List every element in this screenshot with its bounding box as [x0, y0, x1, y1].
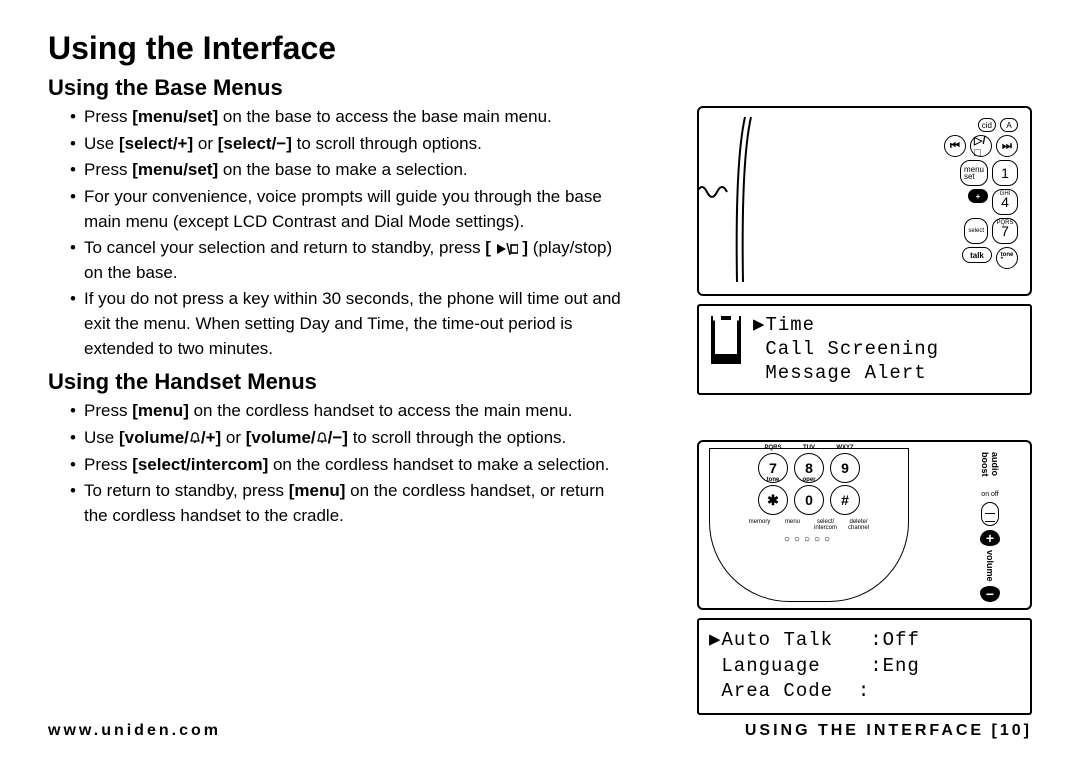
- list-item: Use [select/+] or [select/−] to scroll t…: [70, 132, 623, 157]
- on-off-label: on off: [981, 491, 998, 498]
- list-item: For your convenience, voice prompts will…: [70, 185, 623, 234]
- a-key: A: [1000, 118, 1018, 132]
- label-menu: menu: [778, 519, 808, 531]
- play-stop-icon: [496, 238, 518, 257]
- bell-icon: [189, 428, 201, 447]
- plus-key: +: [968, 189, 988, 203]
- seven-key: PQRS7: [992, 218, 1018, 244]
- list-item: To cancel your selection and return to s…: [70, 236, 623, 285]
- lcd-line: Call Screening: [753, 338, 1020, 362]
- list-item: Press [menu] on the cordless handset to …: [70, 399, 623, 424]
- base-lcd: ▶Time Call Screening Message Alert: [697, 304, 1032, 395]
- list-item: Press [menu/set] on the base to access t…: [70, 105, 623, 130]
- select-key: select: [964, 218, 988, 244]
- nine-key: WXYZ9: [830, 453, 860, 483]
- cord-icon: [697, 180, 735, 209]
- section-base-heading: Using the Base Menus: [48, 75, 623, 101]
- list-item: Use [volume//+] or [volume//−] to scroll…: [70, 426, 623, 451]
- lcd-line: Area Code :: [709, 679, 1020, 705]
- lcd-digit: [709, 314, 743, 385]
- list-item: Press [menu/set] on the base to make a s…: [70, 158, 623, 183]
- list-item: If you do not press a key within 30 seco…: [70, 287, 623, 361]
- side-controls: audio boost on off + volume −: [960, 448, 1020, 602]
- hash-key: #: [830, 485, 860, 515]
- talk-key: talk: [962, 247, 992, 263]
- footer-section: USING THE INTERFACE [10]: [745, 722, 1032, 740]
- one-key: 1: [992, 160, 1018, 186]
- label-select-intercom: select/ intercom: [811, 519, 841, 531]
- lcd-line: ▶Time: [753, 314, 1020, 338]
- audio-boost-label: audio boost: [980, 452, 1000, 487]
- four-key: GHI4: [992, 189, 1018, 215]
- label-delete-channel: delete/ channel: [844, 519, 874, 531]
- lcd-line: Message Alert: [753, 362, 1020, 386]
- section-handset-heading: Using the Handset Menus: [48, 369, 623, 395]
- handset-menu-list: Press [menu] on the cordless handset to …: [48, 399, 623, 528]
- tone-key: tone *: [996, 247, 1018, 269]
- handset-illustration: PQRS7 TUV8 WXYZ9 tone✱ oper0 # memory me…: [697, 440, 1032, 715]
- star-key: tone✱: [758, 485, 788, 515]
- lcd-line: ▶Auto Talk :Off: [709, 628, 1020, 654]
- cid-key: cid: [978, 118, 996, 132]
- handset-lcd: ▶Auto Talk :Off Language :Eng Area Code …: [697, 618, 1032, 715]
- rewind-key: ⏮: [944, 135, 966, 157]
- volume-label: volume: [985, 550, 995, 582]
- forward-key: ⏭: [996, 135, 1018, 157]
- page-title: Using the Interface: [48, 30, 623, 67]
- volume-up-icon: +: [980, 530, 1000, 546]
- handset-keypad: PQRS7 TUV8 WXYZ9 tone✱ oper0 # memory me…: [709, 448, 909, 602]
- soft-key-dots: ○○○○○: [784, 534, 834, 545]
- label-memory: memory: [745, 519, 775, 531]
- volume-down-icon: −: [980, 586, 1000, 602]
- bell-icon: [316, 428, 328, 447]
- list-item: Press [select/intercom] on the cordless …: [70, 453, 623, 478]
- footer-url: www.uniden.com: [48, 722, 221, 740]
- lcd-line: Language :Eng: [709, 654, 1020, 680]
- base-keypad: cid A ⏮▷/□⏭ menu set1 + GHI4 selectPQRS7 t…: [928, 118, 1018, 272]
- play-key: ▷/□: [970, 135, 992, 157]
- boost-switch-icon: [981, 502, 999, 526]
- base-menu-list: Press [menu/set] on the base to access t…: [48, 105, 623, 361]
- list-item: To return to standby, press [menu] on th…: [70, 479, 623, 528]
- menuset-key: menu set: [960, 160, 988, 186]
- zero-key: oper0: [794, 485, 824, 515]
- base-illustration: cid A ⏮▷/□⏭ menu set1 + GHI4 selectPQRS7 t…: [697, 106, 1032, 395]
